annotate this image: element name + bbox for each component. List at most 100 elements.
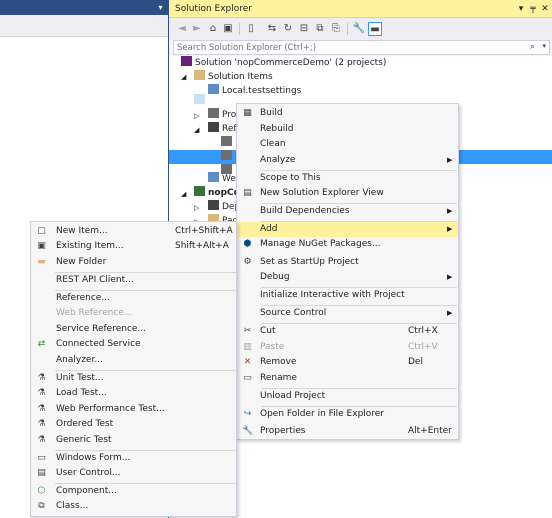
wrench-icon bbox=[208, 108, 219, 118]
remove-x-icon: ✕ bbox=[243, 357, 252, 367]
menu-item-generic-test[interactable]: ⚗ Generic Test bbox=[32, 433, 236, 448]
pin-icon[interactable]: ╤ bbox=[527, 3, 539, 15]
submenu-arrow-icon: ▶ bbox=[447, 207, 453, 215]
solution-explorer-toolbar: ◄ ► ⌂ ▣ ▯ ⇆ ↻ ⊟ ⧉ ⎘ 🔧 ▬ bbox=[169, 18, 552, 40]
menu-item-build[interactable]: ▦ Build bbox=[238, 106, 458, 121]
tree-item-reference[interactable] bbox=[221, 136, 235, 150]
search-icon[interactable]: ⌕ bbox=[530, 42, 535, 52]
wrench-icon: 🔧 bbox=[242, 426, 254, 436]
web-performance-test-icon: ⚗ bbox=[37, 404, 46, 414]
testsettings-file-icon bbox=[208, 84, 219, 94]
class-icon: ⧉ bbox=[38, 501, 45, 511]
menu-item-build-dependencies[interactable]: Build Dependencies ▶ bbox=[238, 204, 458, 219]
menu-item-rename[interactable]: ▭ Rename bbox=[238, 371, 458, 386]
properties-wrench-icon[interactable]: 🔧 bbox=[352, 22, 366, 36]
panel-title: Solution Explorer bbox=[175, 4, 252, 14]
unit-test-flask-icon: ⚗ bbox=[37, 373, 46, 383]
back-icon[interactable]: ◄ bbox=[175, 22, 189, 36]
csharp-project-icon bbox=[194, 94, 205, 104]
menu-item-open-folder[interactable]: ↪ Open Folder in File Explorer bbox=[238, 407, 458, 422]
menu-item-new-folder[interactable]: ▬ New Folder bbox=[32, 255, 236, 270]
menu-item-connected-service[interactable]: ⇄ Connected Service bbox=[32, 337, 236, 352]
tab-overflow-icon[interactable]: ▾ bbox=[156, 3, 165, 12]
menu-item-ordered-test[interactable]: ⚗ Ordered Test bbox=[32, 417, 236, 432]
menu-item-paste[interactable]: ▥ Paste Ctrl+V bbox=[238, 340, 458, 355]
new-view-icon: ▤ bbox=[243, 188, 252, 198]
existing-item-icon: ▣ bbox=[37, 241, 46, 251]
paste-icon: ▥ bbox=[243, 342, 252, 352]
tree-item-solution-items[interactable]: Solution Items bbox=[194, 70, 273, 84]
load-test-icon: ⚗ bbox=[37, 388, 46, 398]
menu-item-add[interactable]: Add ▶ bbox=[238, 222, 458, 237]
forward-icon[interactable]: ► bbox=[190, 22, 204, 36]
menu-item-rest-api-client[interactable]: REST API Client... bbox=[32, 273, 236, 288]
startup-gear-icon: ⚙ bbox=[243, 257, 252, 267]
folder-icon: ▬ bbox=[37, 257, 46, 267]
solution-explorer-titlebar: Solution Explorer ▾ ╤ ✕ bbox=[169, 0, 552, 18]
menu-item-unit-test[interactable]: ⚗ Unit Test... bbox=[32, 371, 236, 386]
view-code-icon[interactable]: ⎘ bbox=[329, 22, 343, 36]
menu-item-scope-to-this[interactable]: Scope to This bbox=[238, 171, 458, 186]
rename-icon: ▭ bbox=[243, 373, 252, 383]
expanded-arrow-icon[interactable]: ◢ bbox=[181, 73, 186, 81]
menu-item-analyze[interactable]: Analyze ▶ bbox=[238, 153, 458, 168]
menu-item-set-startup[interactable]: ⚙ Set as StartUp Project bbox=[238, 255, 458, 270]
menu-item-clean[interactable]: Clean bbox=[238, 137, 458, 152]
collapse-all-icon[interactable]: ⊟ bbox=[297, 22, 311, 36]
search-options-dropdown-icon[interactable]: ▾ bbox=[542, 42, 546, 50]
expanded-arrow-icon[interactable]: ◢ bbox=[181, 190, 186, 198]
submenu-arrow-icon: ▶ bbox=[447, 225, 453, 233]
tree-item-reference[interactable] bbox=[221, 150, 235, 164]
menu-item-windows-form[interactable]: ▭ Windows Form... bbox=[32, 451, 236, 466]
generic-test-icon: ⚗ bbox=[37, 435, 46, 445]
menu-item-source-control[interactable]: Source Control ▶ bbox=[238, 306, 458, 321]
sync-with-document-icon[interactable]: ⇆ bbox=[265, 22, 279, 36]
collapsed-arrow-icon[interactable]: ▷ bbox=[194, 204, 199, 212]
open-folder-arrow-icon: ↪ bbox=[243, 409, 252, 419]
expanded-arrow-icon[interactable]: ◢ bbox=[181, 98, 186, 106]
scissors-icon: ✂ bbox=[243, 326, 252, 336]
menu-item-new-solution-explorer-view[interactable]: ▤ New Solution Explorer View bbox=[238, 186, 458, 201]
project-context-menu: ▦ Build Rebuild Clean Analyze ▶ Scope to… bbox=[236, 103, 459, 440]
tree-item-solution[interactable]: Solution 'nopCommerceDemo' (2 projects) bbox=[181, 56, 386, 70]
assembly-icon bbox=[221, 136, 232, 146]
home-icon[interactable]: ⌂ bbox=[206, 22, 220, 36]
menu-item-web-reference[interactable]: Web Reference... bbox=[32, 306, 236, 321]
connected-service-icon: ⇄ bbox=[37, 339, 46, 349]
menu-item-existing-item[interactable]: ▣ Existing Item... Shift+Alt+A bbox=[32, 239, 236, 254]
pending-changes-filter-icon[interactable]: ▯ bbox=[244, 22, 258, 36]
menu-item-service-reference[interactable]: Service Reference... bbox=[32, 322, 236, 337]
menu-item-analyzer[interactable]: Analyzer... bbox=[32, 353, 236, 368]
menu-item-unload-project[interactable]: Unload Project bbox=[238, 389, 458, 404]
menu-item-component[interactable]: ⬡ Component... bbox=[32, 484, 236, 499]
menu-item-user-control[interactable]: ▤ User Control... bbox=[32, 466, 236, 481]
menu-item-class[interactable]: ⧉ Class... bbox=[32, 499, 236, 514]
menu-item-load-test[interactable]: ⚗ Load Test... bbox=[32, 386, 236, 401]
refresh-icon[interactable]: ↻ bbox=[281, 22, 295, 36]
menu-item-remove[interactable]: ✕ Remove Del bbox=[238, 355, 458, 370]
menu-item-initialize-interactive[interactable]: Initialize Interactive with Project bbox=[238, 288, 458, 303]
references-icon bbox=[208, 122, 219, 132]
collapsed-arrow-icon[interactable]: ▷ bbox=[194, 112, 199, 120]
close-icon[interactable]: ✕ bbox=[539, 3, 551, 15]
menu-item-new-item[interactable]: ▢ New Item... Ctrl+Shift+A bbox=[32, 224, 236, 239]
show-all-files-icon[interactable]: ⧉ bbox=[313, 22, 327, 36]
search-input[interactable]: Search Solution Explorer (Ctrl+;) ⌕ ▾ bbox=[173, 40, 550, 55]
menu-item-debug[interactable]: Debug ▶ bbox=[238, 270, 458, 285]
menu-item-cut[interactable]: ✂ Cut Ctrl+X bbox=[238, 324, 458, 339]
menu-item-manage-nuget[interactable]: ⬢ Manage NuGet Packages... bbox=[238, 237, 458, 252]
menu-item-rebuild[interactable]: Rebuild bbox=[238, 122, 458, 137]
menu-item-reference[interactable]: Reference... bbox=[32, 291, 236, 306]
menu-item-properties[interactable]: 🔧 Properties Alt+Enter bbox=[238, 424, 458, 439]
submenu-arrow-icon: ▶ bbox=[447, 273, 453, 281]
switch-views-icon[interactable]: ▣ bbox=[221, 22, 235, 36]
webtest-file-icon bbox=[208, 172, 219, 182]
tree-item-nopcommerce[interactable]: nopCo bbox=[194, 186, 240, 200]
web-project-icon bbox=[194, 186, 205, 196]
preview-selected-items-icon[interactable]: ▬ bbox=[368, 22, 382, 36]
toolbar-separator bbox=[239, 23, 240, 35]
expanded-arrow-icon[interactable]: ◢ bbox=[194, 126, 199, 134]
window-position-icon[interactable]: ▾ bbox=[515, 3, 527, 15]
user-control-icon: ▤ bbox=[37, 468, 46, 478]
menu-item-web-performance-test[interactable]: ⚗ Web Performance Test... bbox=[32, 402, 236, 417]
